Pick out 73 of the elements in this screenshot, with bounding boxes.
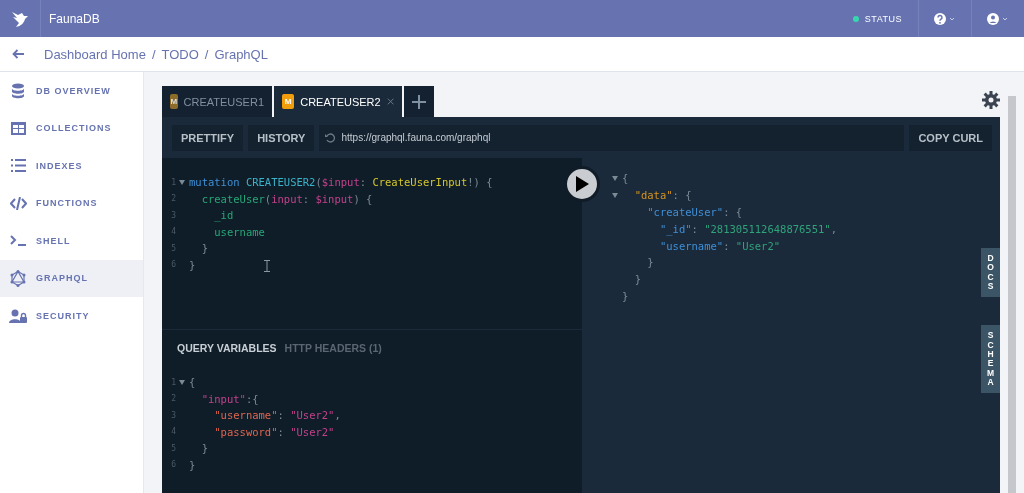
code-line: {	[622, 172, 629, 185]
status-link[interactable]: STATUS	[864, 13, 902, 24]
side-tab[interactable]: DOCS	[981, 248, 1000, 298]
help-icon[interactable]	[934, 12, 956, 25]
code-line: "username": "User2",	[213, 409, 341, 422]
fold-icon[interactable]	[179, 379, 185, 385]
sidebar-item[interactable]: DB OVERVIEW	[0, 72, 143, 110]
line-number: 2	[170, 194, 176, 204]
fold-icon[interactable]	[612, 192, 618, 198]
breadcrumb-link[interactable]: Dashboard Home	[44, 46, 146, 62]
code-line: }	[200, 442, 208, 455]
add-tab-icon[interactable]	[412, 94, 426, 109]
url-field[interactable]: https://graphql.fauna.com/graphql	[319, 124, 905, 151]
variables-tab[interactable]: HTTP HEADERS (1)	[284, 342, 382, 354]
toolbar-button[interactable]: PRETTIFY	[172, 124, 244, 151]
users-icon	[9, 308, 27, 323]
copy-curl-button[interactable]: COPY CURL	[909, 124, 992, 151]
code-line: }	[189, 458, 196, 471]
line-number: 4	[170, 227, 176, 237]
close-icon[interactable]	[386, 97, 394, 106]
terminal-icon	[10, 235, 26, 247]
sidebar-item[interactable]: INDEXES	[0, 147, 143, 185]
code-icon	[9, 196, 27, 210]
code-line: }	[633, 273, 641, 286]
fold-icon[interactable]	[612, 175, 618, 181]
table-icon	[10, 121, 26, 135]
breadcrumb-separator: /	[151, 46, 156, 62]
code-line: "_id": "281305112648876551",	[658, 222, 837, 235]
side-tab[interactable]: SCHEMA	[981, 325, 1000, 394]
code-line: createUser(input: $input) {	[200, 192, 373, 205]
code-line: "createUser": {	[646, 206, 743, 218]
tab-badge: M	[170, 94, 178, 109]
code-line: }	[646, 256, 654, 269]
text-cursor-icon	[264, 260, 270, 272]
line-number: 2	[170, 394, 176, 404]
code-line: "password": "User2"	[213, 425, 335, 438]
code-line: "data": {	[633, 189, 692, 202]
sidebar-item[interactable]: COLLECTIONS	[0, 109, 143, 147]
query-tab[interactable]: M CREATEUSER1	[162, 86, 272, 117]
database-icon	[11, 82, 25, 99]
play-icon	[575, 176, 589, 192]
breadcrumb-separator: /	[204, 46, 209, 62]
breadcrumb-link[interactable]: GraphQL	[214, 46, 268, 62]
code-line: }	[189, 258, 196, 271]
graphql-icon	[10, 269, 26, 287]
refresh-icon[interactable]	[325, 132, 336, 143]
bird-logo-icon[interactable]	[12, 10, 28, 27]
fold-icon[interactable]	[179, 179, 185, 185]
line-number: 4	[170, 427, 176, 437]
sidebar-item[interactable]: FUNCTIONS	[0, 184, 143, 222]
user-icon[interactable]	[987, 12, 1009, 25]
sidebar-item[interactable]: SECURITY	[0, 297, 143, 335]
sidebar-item[interactable]: SHELL	[0, 222, 143, 260]
list-icon	[10, 159, 26, 173]
code-line: mutation CREATEUSER2($input: CreateUserInput!) {	[189, 176, 493, 189]
code-line: username	[213, 225, 265, 238]
back-arrow-icon[interactable]	[12, 49, 24, 59]
code-line: _id	[213, 209, 234, 222]
sidebar-item[interactable]: GRAPHQL	[0, 259, 143, 297]
code-line: "input":{	[200, 392, 259, 405]
variables-tab[interactable]: QUERY VARIABLES	[177, 342, 277, 354]
code-line: }	[200, 242, 208, 255]
breadcrumb-link[interactable]: TODO	[161, 46, 199, 62]
status-dot-icon	[852, 15, 859, 22]
tab-badge: M	[282, 94, 295, 109]
scrollbar-thumb[interactable]	[1007, 96, 1016, 493]
query-tab[interactable]: M CREATEUSER2	[274, 86, 402, 117]
toolbar-button[interactable]: HISTORY	[248, 124, 315, 151]
settings-icon[interactable]	[982, 91, 1000, 109]
code-line: "username": "User2"	[658, 239, 781, 252]
brand-name: FaunaDB	[49, 11, 101, 26]
code-line: {	[189, 376, 196, 389]
code-line: }	[622, 289, 629, 302]
